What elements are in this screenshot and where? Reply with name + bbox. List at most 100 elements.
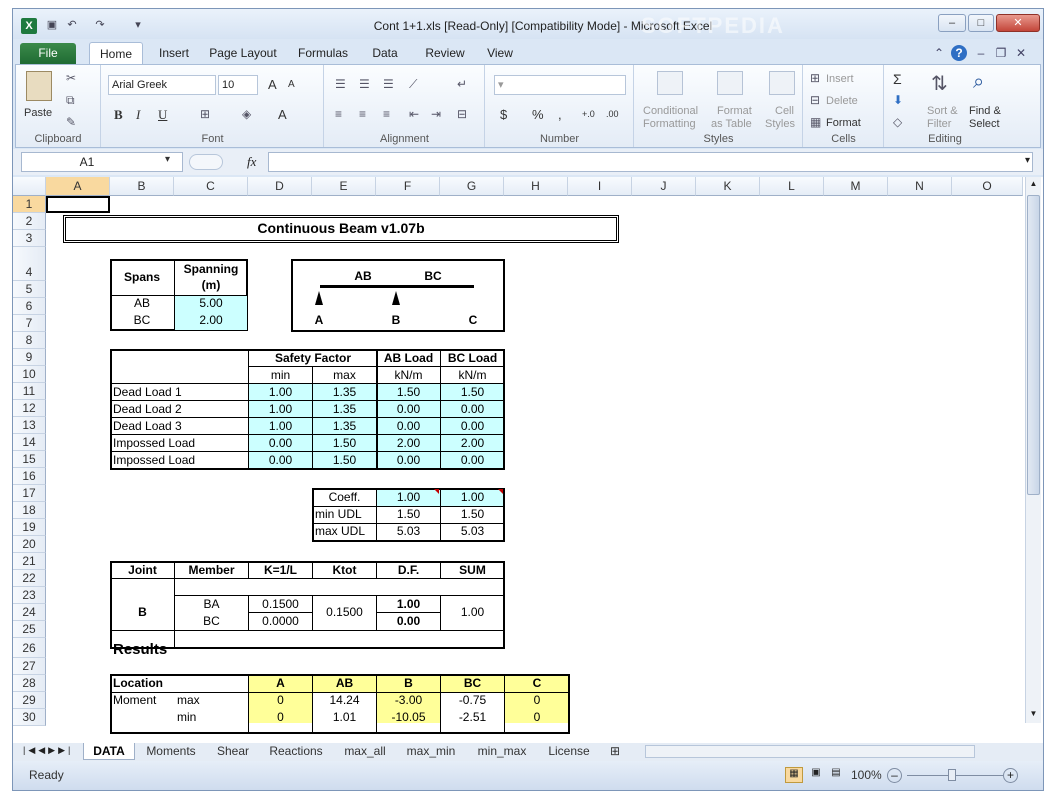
row-header-24[interactable]: 24 [13, 604, 46, 621]
row-header-19[interactable]: 19 [13, 519, 46, 536]
row-header-12[interactable]: 12 [13, 400, 46, 417]
col-header-a[interactable]: A [46, 177, 110, 196]
load-row-ab[interactable]: 0.00 [377, 452, 440, 469]
sheet-tab-shear[interactable]: Shear [209, 743, 257, 760]
wrap-text-icon[interactable]: ↵ [457, 77, 467, 91]
maximize-button[interactable]: □ [968, 14, 994, 32]
customize-qat-icon[interactable]: ▾ [131, 18, 145, 32]
format-painter-icon[interactable]: ✎ [66, 115, 76, 129]
merge-center-icon[interactable]: ⊟ [457, 107, 467, 121]
tab-home[interactable]: Home [89, 42, 143, 65]
load-row-ab[interactable]: 1.50 [377, 384, 440, 401]
row-header-2[interactable]: 2 [13, 213, 46, 230]
page-layout-view-icon[interactable]: ▣ [807, 767, 825, 783]
row-header-3[interactable]: 3 [13, 230, 46, 247]
col-header-k[interactable]: K [696, 177, 760, 196]
minimize-button[interactable]: – [938, 14, 966, 32]
insert-function-button[interactable]: fx [247, 154, 256, 170]
paste-icon[interactable] [26, 71, 52, 101]
row-header-27[interactable]: 27 [13, 658, 46, 675]
tab-review[interactable]: Review [417, 43, 473, 64]
shrink-font-button[interactable]: A [288, 79, 295, 90]
row-header-9[interactable]: 9 [13, 349, 46, 366]
row-header-20[interactable]: 20 [13, 536, 46, 553]
italic-button[interactable]: I [136, 107, 140, 123]
load-row-ab[interactable]: 2.00 [377, 435, 440, 452]
row-header-21[interactable]: 21 [13, 553, 46, 570]
col-header-c[interactable]: C [174, 177, 248, 196]
col-header-j[interactable]: J [632, 177, 696, 196]
currency-button[interactable]: $ [500, 107, 507, 122]
row-header-15[interactable]: 15 [13, 451, 46, 468]
active-cell-a1[interactable] [46, 196, 110, 213]
cut-icon[interactable]: ✂ [66, 71, 76, 85]
load-row-max[interactable]: 1.35 [313, 401, 376, 418]
find-select-button[interactable]: Find & [969, 105, 1001, 117]
align-left-icon[interactable]: ≡ [335, 107, 342, 121]
col-header-b[interactable]: B [110, 177, 174, 196]
tab-page-layout[interactable]: Page Layout [203, 43, 283, 64]
row-header-5[interactable]: 5 [13, 281, 46, 298]
insert-cells-button[interactable]: Insert [826, 73, 854, 85]
row-header-10[interactable]: 10 [13, 366, 46, 383]
tab-formulas[interactable]: Formulas [291, 43, 355, 64]
zoom-out-icon[interactable]: – [887, 768, 902, 783]
grow-font-button[interactable]: A [268, 77, 277, 92]
select-all-corner[interactable] [13, 177, 46, 196]
clear-icon[interactable]: ◇ [893, 115, 902, 129]
tab-insert[interactable]: Insert [149, 43, 199, 64]
cell-styles-icon[interactable] [769, 71, 795, 95]
row-header-1[interactable]: 1 [13, 196, 46, 213]
align-right-icon[interactable]: ≡ [383, 107, 390, 121]
format-cells-button[interactable]: Format [826, 117, 861, 129]
paste-button[interactable]: Paste [24, 107, 52, 119]
close-button[interactable]: ✕ [996, 14, 1040, 32]
row-header-13[interactable]: 13 [13, 417, 46, 434]
row-header-7[interactable]: 7 [13, 315, 46, 332]
load-row-bc[interactable]: 0.00 [441, 452, 504, 469]
comma-button[interactable]: , [558, 107, 562, 122]
load-row-min[interactable]: 1.00 [249, 401, 312, 418]
row-header-16[interactable]: 16 [13, 468, 46, 485]
sheet-tab-moments[interactable]: Moments [137, 743, 205, 760]
formula-input[interactable] [268, 152, 1033, 172]
span-ab-value[interactable]: 5.00 [175, 295, 247, 312]
col-header-i[interactable]: I [568, 177, 632, 196]
copy-icon[interactable]: ⧉ [66, 93, 75, 108]
row-header-23[interactable]: 23 [13, 587, 46, 604]
cell-styles-button[interactable]: Cell [775, 105, 794, 117]
doc-minimize-icon[interactable]: – [973, 45, 989, 61]
page-break-view-icon[interactable]: ▤ [827, 767, 845, 783]
tab-data[interactable]: Data [363, 43, 407, 64]
vertical-scrollbar[interactable]: ▲ ▼ [1025, 177, 1041, 723]
sort-filter-button[interactable]: Sort & [927, 105, 958, 117]
font-color-button[interactable]: A [278, 107, 287, 122]
row-header-22[interactable]: 22 [13, 570, 46, 587]
row-header-26[interactable]: 26 [13, 638, 46, 658]
load-row-max[interactable]: 1.50 [313, 435, 376, 452]
undo-icon[interactable]: ↶ [65, 18, 79, 32]
coeff-bc[interactable]: 1.00 [441, 489, 504, 506]
align-middle-icon[interactable]: ☰ [359, 77, 370, 91]
sheet-tab-max-all[interactable]: max_all [337, 743, 393, 760]
col-header-n[interactable]: N [888, 177, 952, 196]
load-row-bc[interactable]: 2.00 [441, 435, 504, 452]
load-row-max[interactable]: 1.35 [313, 418, 376, 435]
sheet-tab-license[interactable]: License [541, 743, 597, 760]
row-header-4[interactable]: 4 [13, 247, 46, 281]
load-row-min[interactable]: 1.00 [249, 418, 312, 435]
increase-decimal-button[interactable]: +.0 [582, 109, 595, 119]
borders-icon[interactable]: ⊞ [200, 107, 210, 121]
load-row-ab[interactable]: 0.00 [377, 401, 440, 418]
horizontal-scrollbar[interactable] [645, 745, 975, 758]
col-header-g[interactable]: G [440, 177, 504, 196]
delete-cells-icon[interactable]: ⊟ [810, 93, 820, 107]
conditional-formatting-button[interactable]: Conditional [643, 105, 698, 117]
insert-sheet-icon[interactable]: ⊞ [605, 743, 625, 760]
coeff-ab[interactable]: 1.00 [377, 489, 440, 506]
vertical-scroll-thumb[interactable] [1027, 195, 1040, 495]
autosum-button[interactable]: Σ [893, 71, 902, 87]
row-header-8[interactable]: 8 [13, 332, 46, 349]
delete-cells-button[interactable]: Delete [826, 95, 858, 107]
row-header-18[interactable]: 18 [13, 502, 46, 519]
